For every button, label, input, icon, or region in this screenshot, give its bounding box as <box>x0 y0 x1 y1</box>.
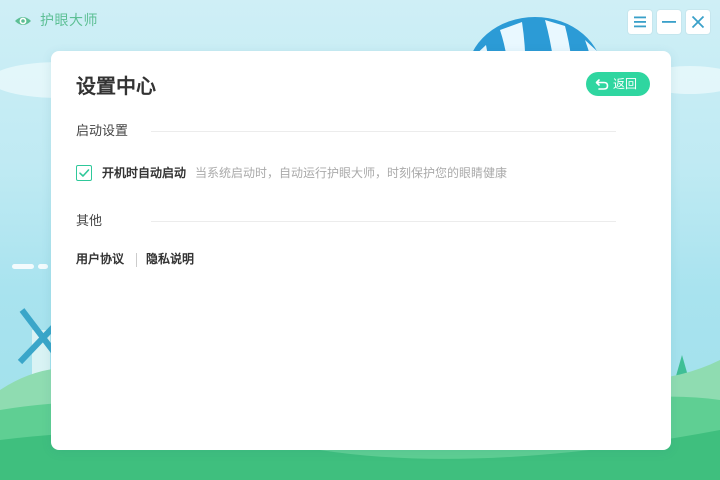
section-divider <box>151 131 616 132</box>
settings-panel: 设置中心 返回 启动设置 开机时自动启动 当系统启动时，自动运行护眼大师，时刻保… <box>51 51 671 450</box>
autostart-description: 当系统启动时，自动运行护眼大师，时刻保护您的眼睛健康 <box>195 166 508 180</box>
privacy-policy-link[interactable]: 隐私说明 <box>146 251 194 268</box>
autostart-checkbox[interactable] <box>76 165 92 181</box>
menu-icon <box>634 16 646 28</box>
minimize-button[interactable] <box>657 10 681 34</box>
close-button[interactable] <box>686 10 710 34</box>
user-agreement-link[interactable]: 用户协议 <box>76 251 124 268</box>
minimize-icon <box>662 21 676 23</box>
autostart-label[interactable]: 开机时自动启动 <box>102 165 186 182</box>
eye-icon <box>15 17 31 25</box>
link-divider <box>136 253 137 267</box>
title-bar[interactable]: 护眼大师 <box>0 0 720 44</box>
back-button[interactable]: 返回 <box>586 72 650 96</box>
checkmark-icon <box>79 169 90 177</box>
close-icon <box>691 15 705 29</box>
section-title-startup: 启动设置 <box>76 124 129 139</box>
section-title-other: 其他 <box>76 214 103 229</box>
menu-button[interactable] <box>628 10 652 34</box>
page-title: 设置中心 <box>76 74 156 98</box>
undo-arrow-icon <box>595 79 609 90</box>
back-button-label: 返回 <box>613 77 638 91</box>
app-title: 护眼大师 <box>40 13 98 29</box>
section-divider <box>151 221 616 222</box>
